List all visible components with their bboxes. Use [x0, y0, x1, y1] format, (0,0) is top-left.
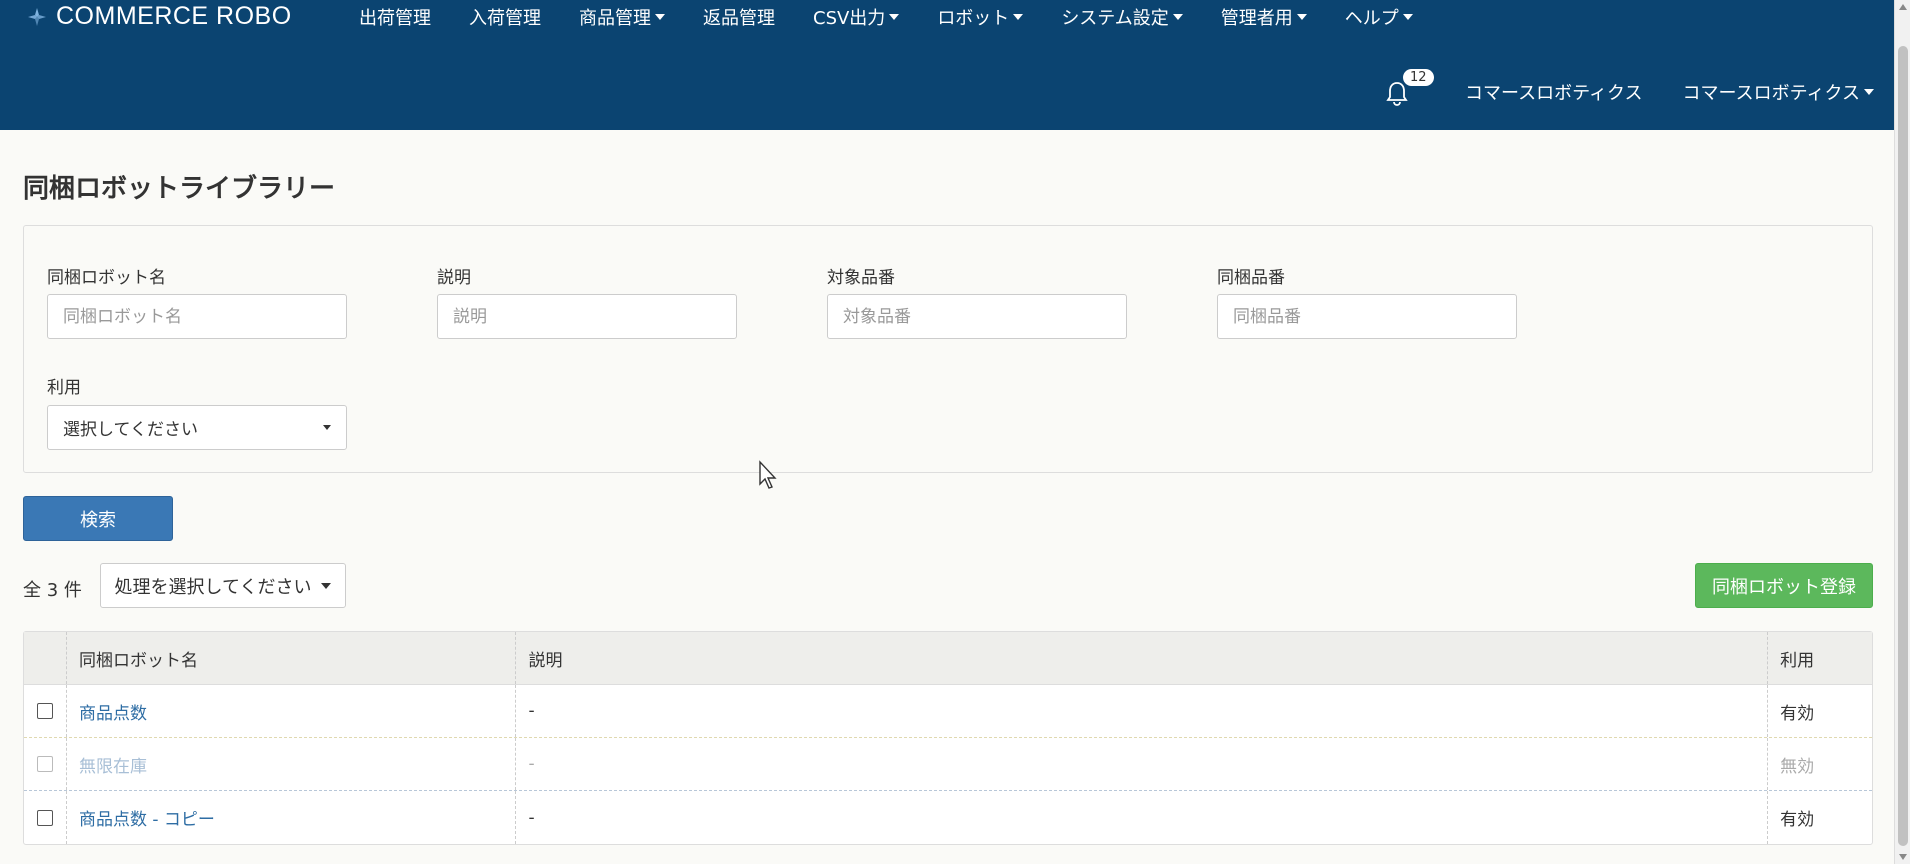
row-checkbox[interactable] [36, 756, 53, 772]
search-button[interactable]: 検索 [23, 496, 173, 541]
user-menu[interactable]: コマースロボティクス [1663, 79, 1894, 105]
main-menu: 出荷管理 入荷管理 商品管理 返品管理 CSV出力 ロボット システム設定 管理… [340, 0, 1432, 34]
row-select-cell [24, 685, 67, 737]
robot-name-input[interactable] [47, 294, 347, 339]
search-panel: 同梱ロボット名 説明 対象品番 同梱品番 利用 選択してください [23, 225, 1873, 473]
notification-count-badge: 12 [1403, 69, 1434, 86]
bulk-action-label: 処理を選択してください [114, 576, 312, 598]
navbar-right: 12 コマースロボティクス コマースロボティクス [1385, 69, 1894, 112]
nav-label: 返品管理 [703, 8, 775, 29]
name-cell: 商品点数 - コピー [67, 791, 517, 844]
caret-down-icon [1172, 14, 1183, 20]
column-header-description[interactable]: 説明 [516, 632, 1769, 684]
table-header-row: 同梱ロボット名 説明 利用 [24, 632, 1872, 685]
robot-name-label: 同梱ロボット名 [47, 268, 166, 288]
table-row: 商品点数 - 有効 [24, 685, 1872, 738]
bundled-sku-label: 同梱品番 [1217, 268, 1285, 288]
brand-name: COMMERCE ROBO [56, 2, 292, 30]
description-cell: - [516, 738, 1769, 790]
robot-name-link[interactable]: 無限在庫 [79, 752, 147, 777]
usage-select[interactable]: 選択してください [47, 405, 347, 450]
notifications-button[interactable]: 12 [1385, 69, 1434, 107]
bulk-action-select[interactable]: 処理を選択してください [100, 563, 346, 608]
robot-name-link[interactable]: 商品点数 [79, 699, 147, 724]
results-table: 同梱ロボット名 説明 利用 商品点数 - 有効 無限在庫 - 無効 商品点数 -… [23, 631, 1873, 845]
column-header-name[interactable]: 同梱ロボット名 [67, 632, 517, 684]
row-checkbox[interactable] [36, 703, 53, 719]
description-cell: - [516, 791, 1769, 844]
caret-down-icon [889, 14, 900, 20]
usage-select-value: 選択してください [63, 420, 198, 440]
nav-item-csv-export[interactable]: CSV出力 [794, 4, 918, 30]
column-header-usage[interactable]: 利用 [1768, 632, 1872, 684]
register-bundle-robot-button[interactable]: 同梱ロボット登録 [1695, 563, 1873, 608]
vertical-scrollbar[interactable] [1894, 0, 1910, 864]
nav-label: システム設定 [1061, 8, 1169, 29]
company-name: コマースロボティクス [1465, 83, 1643, 104]
caret-down-icon [321, 582, 332, 589]
table-row: 無限在庫 - 無効 [24, 738, 1872, 791]
caret-down-icon [1013, 14, 1024, 20]
nav-label: CSV出力 [813, 8, 886, 29]
row-select-cell [24, 791, 67, 844]
mouse-pointer-icon [759, 460, 777, 489]
nav-item-robot[interactable]: ロボット [918, 4, 1042, 30]
nav-item-receiving[interactable]: 入荷管理 [450, 4, 560, 30]
caret-down-icon [1296, 14, 1307, 20]
name-cell: 無限在庫 [67, 738, 517, 790]
logo-icon [28, 7, 46, 26]
company-link[interactable]: コマースロボティクス [1445, 79, 1662, 105]
target-sku-input[interactable] [827, 294, 1127, 339]
caret-down-icon [1402, 14, 1413, 20]
result-count: 全 3 件 [23, 580, 82, 601]
nav-item-returns[interactable]: 返品管理 [684, 4, 794, 30]
row-select-cell [24, 738, 67, 790]
name-cell: 商品点数 [67, 685, 517, 737]
usage-cell: 有効 [1780, 810, 1815, 830]
brand-logo[interactable]: COMMERCE ROBO [26, 2, 292, 31]
caret-down-icon [323, 425, 331, 430]
page-title: 同梱ロボットライブラリー [23, 174, 336, 204]
nav-label: ヘルプ [1344, 8, 1399, 29]
nav-item-shipping[interactable]: 出荷管理 [340, 4, 450, 30]
scroll-down-icon[interactable] [1899, 854, 1907, 860]
nav-label: 出荷管理 [359, 8, 431, 29]
user-menu-label: コマースロボティクス [1682, 83, 1860, 104]
description-label: 説明 [437, 268, 471, 288]
bundled-sku-input[interactable] [1217, 294, 1517, 339]
usage-label: 利用 [47, 378, 81, 398]
table-row: 商品点数 - コピー - 有効 [24, 791, 1872, 844]
usage-cell: 有効 [1780, 703, 1815, 724]
nav-item-help[interactable]: ヘルプ [1326, 4, 1432, 30]
target-sku-label: 対象品番 [827, 268, 895, 288]
usage-cell: 無効 [1780, 756, 1815, 777]
bell-icon [1386, 82, 1408, 106]
caret-down-icon [655, 14, 665, 20]
nav-item-system-settings[interactable]: システム設定 [1042, 4, 1201, 30]
nav-item-products[interactable]: 商品管理 [560, 4, 684, 30]
caret-down-icon [1864, 89, 1874, 95]
nav-item-admin[interactable]: 管理者用 [1202, 4, 1326, 30]
row-checkbox[interactable] [36, 809, 53, 826]
nav-label: 入荷管理 [469, 8, 541, 29]
top-navbar: COMMERCE ROBO 出荷管理 入荷管理 商品管理 返品管理 CSV出力 … [0, 0, 1894, 130]
description-input[interactable] [437, 294, 737, 339]
nav-label: 管理者用 [1220, 8, 1293, 29]
header-select-cell [24, 632, 67, 684]
scroll-up-icon[interactable] [1899, 4, 1907, 10]
robot-name-link[interactable]: 商品点数 - コピー [79, 805, 215, 830]
nav-label: ロボット [937, 8, 1010, 29]
nav-label: 商品管理 [579, 8, 651, 29]
scrollbar-thumb[interactable] [1898, 46, 1908, 846]
description-cell: - [516, 685, 1769, 737]
